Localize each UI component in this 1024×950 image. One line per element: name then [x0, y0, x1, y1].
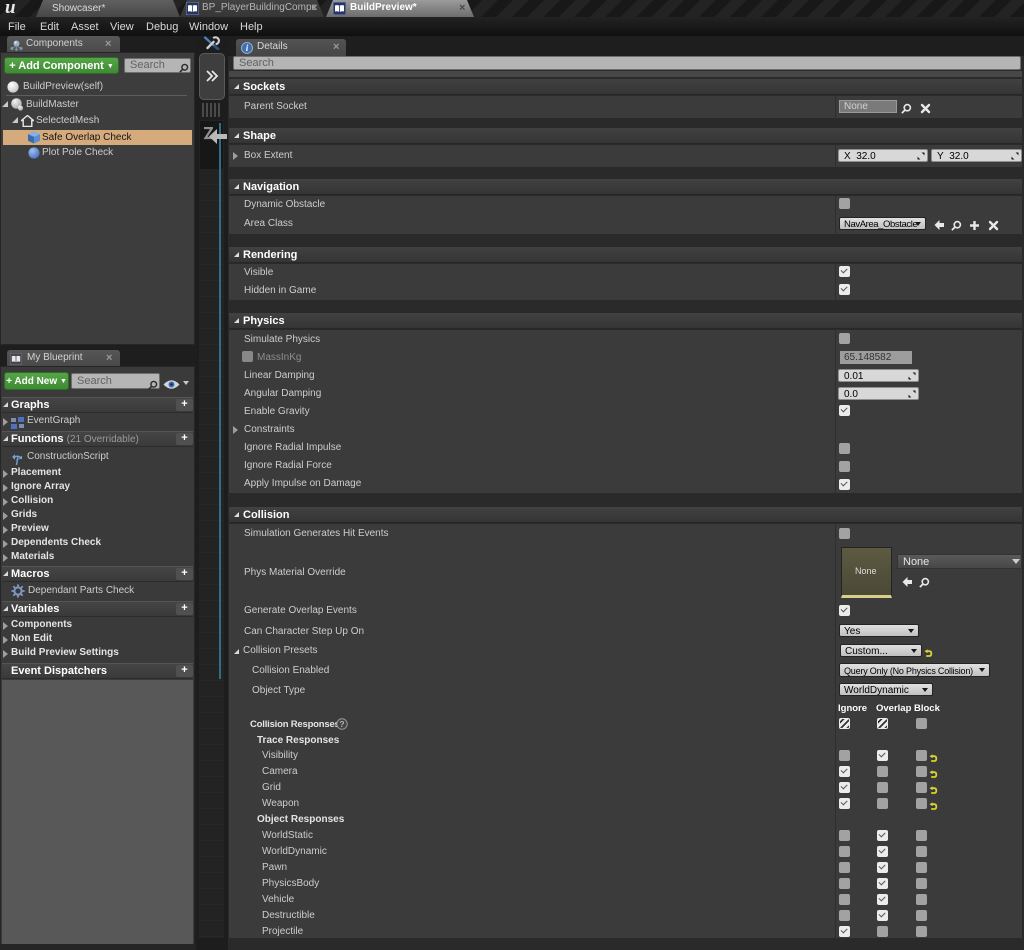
- svg-text:?: ?: [339, 719, 344, 729]
